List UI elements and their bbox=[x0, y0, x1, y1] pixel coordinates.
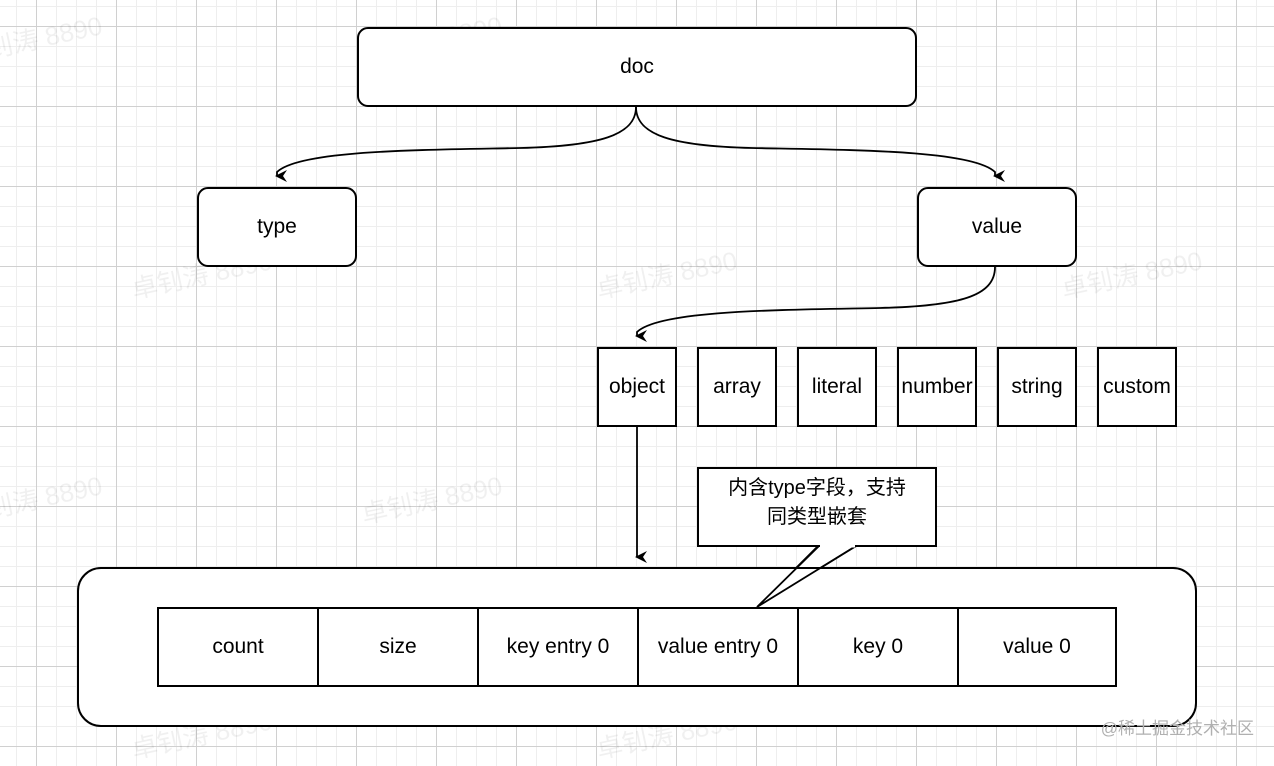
type-number[interactable]: number bbox=[897, 347, 977, 427]
node-value[interactable]: value bbox=[917, 187, 1077, 267]
type-string[interactable]: string bbox=[997, 347, 1077, 427]
type-label: number bbox=[901, 375, 973, 398]
watermark: 卓钊涛 8890 bbox=[0, 470, 105, 530]
watermark: 卓钊涛 8890 bbox=[1058, 245, 1205, 305]
type-label: literal bbox=[811, 375, 863, 398]
cell-label: value entry 0 bbox=[657, 635, 779, 658]
credit-label: @稀土掘金技术社区 bbox=[1100, 719, 1254, 738]
node-doc-label: doc bbox=[620, 55, 654, 78]
node-value-label: value bbox=[971, 215, 1023, 238]
node-type-label: type bbox=[257, 215, 297, 238]
type-literal[interactable]: literal bbox=[797, 347, 877, 427]
layout-cell-size[interactable]: size bbox=[317, 607, 479, 687]
watermark: 卓钊涛 8890 bbox=[593, 245, 740, 305]
type-object[interactable]: object bbox=[597, 347, 677, 427]
callout-line-1: 内含type字段，支持 bbox=[728, 477, 906, 499]
layout-cell-key-entry[interactable]: key entry 0 bbox=[477, 607, 639, 687]
layout-cell-value-entry[interactable]: value entry 0 bbox=[637, 607, 799, 687]
edge-doc-to-value bbox=[635, 106, 1005, 182]
cell-label: key entry 0 bbox=[506, 635, 610, 658]
node-doc[interactable]: doc bbox=[357, 27, 917, 107]
type-label: custom bbox=[1103, 375, 1171, 398]
cell-label: value 0 bbox=[1003, 635, 1071, 658]
type-custom[interactable]: custom bbox=[1097, 347, 1177, 427]
layout-cell-value[interactable]: value 0 bbox=[957, 607, 1117, 687]
callout-line-2: 同类型嵌套 bbox=[767, 506, 867, 528]
layout-cell-key[interactable]: key 0 bbox=[797, 607, 959, 687]
node-type[interactable]: type bbox=[197, 187, 357, 267]
watermark: 卓钊涛 8890 bbox=[358, 470, 505, 530]
type-array[interactable]: array bbox=[697, 347, 777, 427]
cell-label: count bbox=[212, 635, 264, 658]
cell-label: size bbox=[379, 635, 417, 658]
layout-cell-count[interactable]: count bbox=[157, 607, 319, 687]
edge-doc-to-type bbox=[275, 106, 637, 182]
callout-text: 内含type字段，支持 同类型嵌套 bbox=[698, 474, 936, 532]
watermark: 卓钊涛 8890 bbox=[0, 10, 105, 70]
type-label: object bbox=[608, 375, 666, 398]
type-label: string bbox=[1011, 375, 1063, 398]
type-label: array bbox=[713, 375, 761, 398]
cell-label: key 0 bbox=[852, 635, 904, 658]
